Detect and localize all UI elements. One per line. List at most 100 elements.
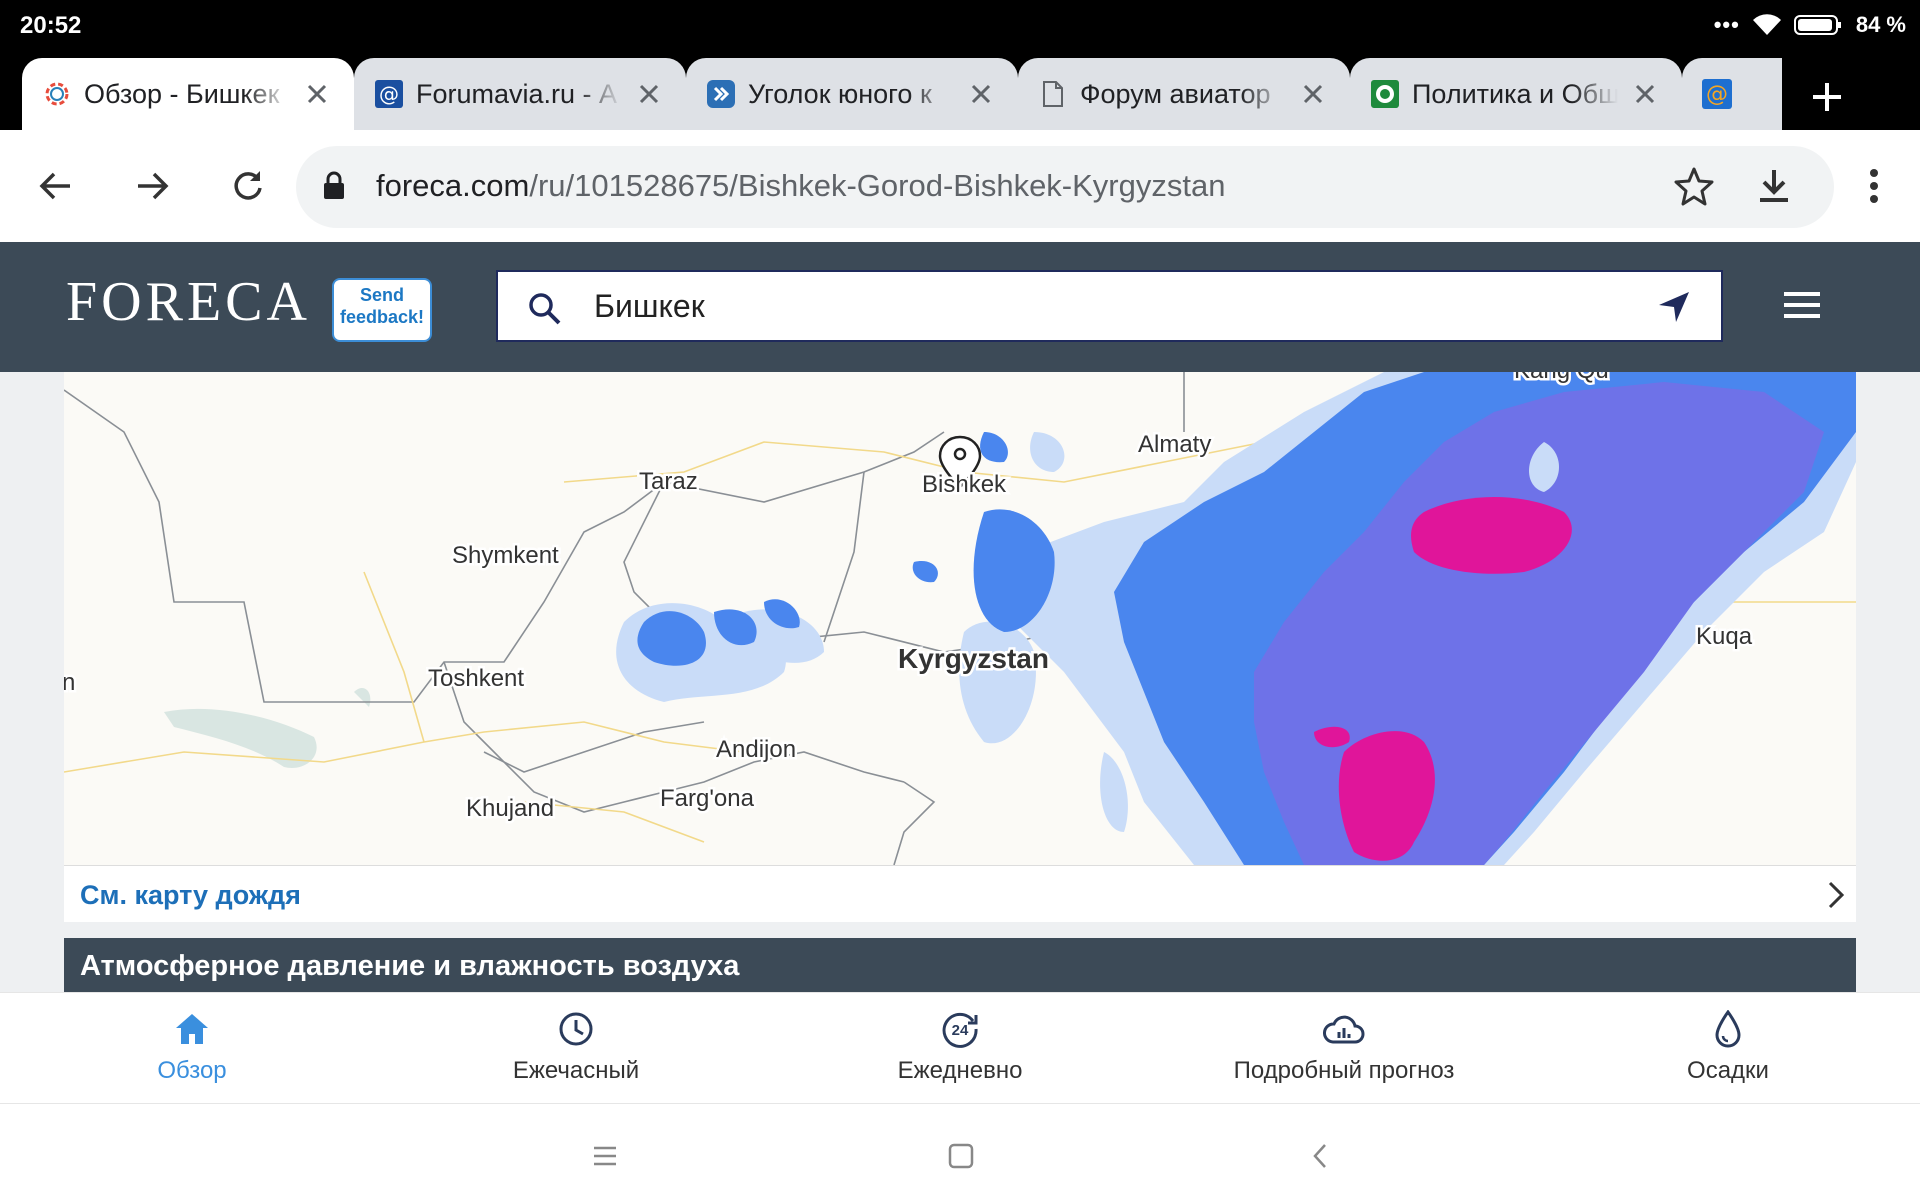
close-icon[interactable] bbox=[966, 79, 996, 109]
page-content: Taraz Bishkek Almaty Shymkent Toshkent K… bbox=[0, 372, 1920, 992]
battery-percent: 84 % bbox=[1855, 12, 1906, 37]
section-header-pressure: Атмосферное давление и влажность воздуха bbox=[64, 938, 1856, 992]
rain-map[interactable]: Taraz Bishkek Almaty Shymkent Toshkent K… bbox=[64, 372, 1856, 865]
drop-icon bbox=[1715, 1010, 1741, 1048]
nav-daily[interactable]: 24 Ежедневно bbox=[810, 1007, 1110, 1085]
site-menu-button[interactable] bbox=[1782, 290, 1822, 320]
arrow-right-icon bbox=[138, 172, 169, 200]
tab-2[interactable]: Уголок юного к bbox=[686, 58, 1018, 130]
map-label-kuqa: Kuqa bbox=[1696, 623, 1753, 650]
reload-icon bbox=[234, 171, 262, 200]
tab-title: Политика и Общ bbox=[1412, 78, 1618, 109]
download-icon bbox=[1760, 170, 1788, 202]
home-icon bbox=[176, 1014, 208, 1044]
back-button[interactable] bbox=[30, 160, 82, 212]
nav-label: Ежедневно bbox=[897, 1057, 1023, 1084]
menu-lines-icon bbox=[594, 1146, 616, 1166]
tab-title: Форум авиатор bbox=[1080, 78, 1271, 109]
site-header: FORECA Send feedback! bbox=[0, 242, 1920, 372]
foreca-logo[interactable]: FORECA bbox=[66, 270, 311, 334]
svg-text:24: 24 bbox=[952, 1022, 969, 1039]
document-icon bbox=[1038, 79, 1068, 109]
address-bar[interactable]: foreca.com/ru/101528675/Bishkek-Gorod-Bi… bbox=[296, 146, 1834, 228]
close-icon[interactable] bbox=[1298, 79, 1328, 109]
status-time: 20:52 bbox=[20, 12, 82, 39]
wifi-icon bbox=[1752, 14, 1781, 36]
hamburger-icon bbox=[1784, 292, 1820, 318]
tab-title: Уголок юного к bbox=[748, 78, 932, 109]
tab-0[interactable]: Обзор - Бишкек bbox=[22, 58, 354, 130]
nav-label: Обзор bbox=[157, 1057, 227, 1084]
home-button[interactable] bbox=[941, 1136, 981, 1176]
tab-3[interactable]: Форум авиатор bbox=[1018, 58, 1350, 130]
green-favicon-icon bbox=[1370, 79, 1400, 109]
tab-strip: Обзор - Бишкек @ Forumavia.ru - А Уголок… bbox=[0, 56, 1920, 130]
download-button[interactable] bbox=[1748, 160, 1800, 212]
browser-toolbar: foreca.com/ru/101528675/Bishkek-Gorod-Bi… bbox=[0, 130, 1920, 242]
close-icon[interactable] bbox=[1630, 79, 1660, 109]
mail-favicon-icon: @ bbox=[1702, 79, 1732, 109]
nav-label: Ежечасный bbox=[512, 1057, 640, 1084]
system-navigation-bar bbox=[0, 1104, 1920, 1200]
bookmark-button[interactable] bbox=[1668, 160, 1720, 212]
tab-title: Обзор - Бишкек bbox=[84, 78, 280, 109]
rain-map-link-text: См. карту дождя bbox=[80, 880, 301, 910]
mail-favicon-icon: @ bbox=[374, 79, 404, 109]
map-label-taraz: Taraz bbox=[639, 468, 698, 495]
square-icon bbox=[948, 1143, 974, 1169]
rain-map-card: Taraz Bishkek Almaty Shymkent Toshkent K… bbox=[64, 372, 1856, 922]
nav-overview[interactable]: Обзор bbox=[42, 1007, 342, 1085]
send-feedback-button[interactable]: Send feedback! bbox=[332, 278, 432, 342]
24h-icon: 24 bbox=[942, 1012, 978, 1048]
forum-favicon-icon bbox=[706, 79, 736, 109]
tab-4[interactable]: Политика и Общ bbox=[1350, 58, 1682, 130]
map-label-top: Kang Qu bbox=[1514, 372, 1609, 384]
more-vert-icon bbox=[1870, 169, 1878, 203]
lock-icon bbox=[324, 171, 344, 199]
menu-button[interactable] bbox=[1848, 160, 1900, 212]
reload-button[interactable] bbox=[222, 160, 274, 212]
map-label-almaty: Almaty bbox=[1138, 431, 1211, 458]
clock-icon bbox=[559, 1012, 593, 1046]
back-nav-button[interactable] bbox=[1300, 1136, 1340, 1176]
location-search-box bbox=[496, 270, 1723, 342]
bottom-navigation: Обзор Ежечасный 24 Ежедневно Подробный п… bbox=[0, 992, 1920, 1104]
search-icon bbox=[529, 293, 561, 325]
tab-5[interactable]: @ bbox=[1682, 58, 1782, 130]
map-label-bishkek: Bishkek bbox=[922, 471, 1007, 498]
forward-button[interactable] bbox=[126, 160, 178, 212]
foreca-favicon-icon bbox=[42, 79, 72, 109]
status-icons: ••• 84 % bbox=[1714, 12, 1906, 38]
recents-button[interactable] bbox=[585, 1136, 625, 1176]
close-icon[interactable] bbox=[302, 79, 332, 109]
nav-precipitation[interactable]: Осадки bbox=[1578, 1007, 1878, 1085]
svg-text:@: @ bbox=[379, 82, 399, 106]
battery-icon bbox=[1793, 15, 1841, 35]
search-input[interactable] bbox=[594, 286, 1594, 326]
map-label-edge: n bbox=[64, 669, 75, 696]
map-label-andijon: Andijon bbox=[716, 736, 796, 763]
svg-text:@: @ bbox=[1706, 82, 1728, 107]
nav-label: Подробный прогноз bbox=[1233, 1057, 1455, 1084]
plus-icon bbox=[1813, 83, 1841, 111]
cloud-chart-icon bbox=[1323, 1015, 1365, 1044]
map-label-shymkent: Shymkent bbox=[452, 542, 559, 569]
new-tab-button[interactable] bbox=[1802, 72, 1852, 122]
nav-detailed[interactable]: Подробный прогноз bbox=[1194, 1007, 1494, 1085]
tab-1[interactable]: @ Forumavia.ru - А bbox=[354, 58, 686, 130]
feedback-line2: feedback! bbox=[339, 307, 425, 327]
status-bar: 20:52 ••• 84 % bbox=[0, 0, 1920, 56]
chevron-right-icon bbox=[1828, 881, 1845, 909]
tab-title: Forumavia.ru - А bbox=[416, 78, 618, 109]
section-title: Атмосферное давление и влажность воздуха bbox=[80, 950, 740, 982]
location-arrow-icon[interactable] bbox=[1657, 290, 1691, 324]
feedback-line1: Send bbox=[359, 285, 404, 305]
star-icon bbox=[1674, 167, 1714, 206]
url-text: foreca.com/ru/101528675/Bishkek-Gorod-Bi… bbox=[376, 168, 1226, 203]
map-label-kyrgyzstan: Kyrgyzstan bbox=[898, 643, 1049, 674]
nav-hourly[interactable]: Ежечасный bbox=[426, 1007, 726, 1085]
close-icon[interactable] bbox=[634, 79, 664, 109]
map-label-fargona: Farg'ona bbox=[660, 785, 755, 812]
map-label-khujand: Khujand bbox=[466, 795, 554, 822]
rain-map-link[interactable]: См. карту дождя bbox=[64, 865, 1856, 922]
